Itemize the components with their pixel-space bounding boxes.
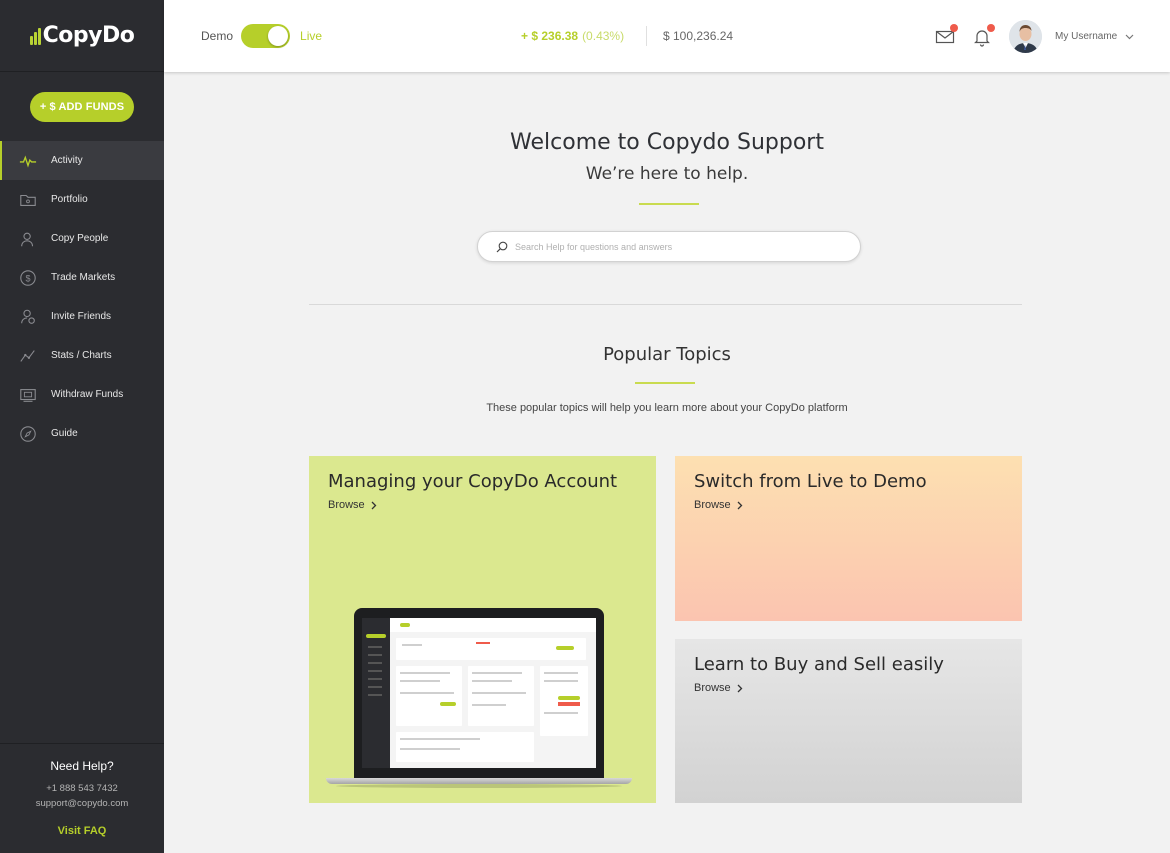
svg-text:$: $ bbox=[25, 273, 30, 283]
support-main: Welcome to Copydo Support We’re here to … bbox=[164, 72, 1170, 853]
browse-label: Browse bbox=[328, 499, 365, 511]
search-input[interactable] bbox=[515, 241, 845, 252]
browse-link[interactable]: Browse bbox=[694, 499, 743, 511]
bell-icon[interactable] bbox=[972, 24, 995, 47]
add-funds-button[interactable]: + $ ADD FUNDS bbox=[30, 92, 134, 122]
mode-switch: Demo Live bbox=[201, 24, 322, 48]
compass-icon bbox=[18, 424, 38, 444]
sidebar-item-guide[interactable]: Guide bbox=[0, 414, 164, 453]
popular-topics-description: These popular topics will help you learn… bbox=[486, 402, 848, 414]
topic-title: Switch from Live to Demo bbox=[694, 471, 927, 492]
avatar[interactable] bbox=[1009, 20, 1042, 53]
username-label: My Username bbox=[1055, 31, 1118, 42]
page-subtitle: We’re here to help. bbox=[585, 164, 749, 184]
sidebar-item-label: Copy People bbox=[51, 233, 109, 244]
browse-link[interactable]: Browse bbox=[694, 682, 743, 694]
profit-loss: + $ 236.38 (0.43%) bbox=[521, 29, 624, 43]
toggle-knob bbox=[268, 26, 289, 46]
sidebar-item-label: Portfolio bbox=[51, 194, 88, 205]
sidebar-item-activity[interactable]: Activity bbox=[0, 141, 164, 180]
popular-topics-title: Popular Topics bbox=[603, 344, 731, 365]
sidebar-item-invite-friends[interactable]: Invite Friends bbox=[0, 297, 164, 336]
mail-icon[interactable] bbox=[935, 24, 958, 47]
topic-card-buy-sell[interactable]: Learn to Buy and Sell easily Browse bbox=[675, 639, 1022, 803]
account-balance: $ 100,236.24 bbox=[663, 29, 734, 43]
section-divider bbox=[309, 304, 1022, 305]
chevron-right-icon bbox=[371, 501, 377, 509]
help-email[interactable]: support@copydo.com bbox=[0, 798, 164, 809]
logo[interactable]: CopyDo bbox=[0, 0, 164, 72]
visit-faq-link[interactable]: Visit FAQ bbox=[58, 825, 107, 837]
help-panel: Need Help? +1 888 543 7432 support@copyd… bbox=[0, 743, 164, 853]
sidebar-item-label: Trade Markets bbox=[51, 272, 116, 283]
help-phone: +1 888 543 7432 bbox=[46, 783, 118, 794]
sidebar-item-label: Invite Friends bbox=[51, 311, 112, 322]
topic-title: Managing your CopyDo Account bbox=[328, 471, 618, 492]
pnl-percent: (0.43%) bbox=[582, 29, 625, 43]
chevron-right-icon bbox=[737, 684, 743, 692]
topbar: Demo Live + $ 236.38 (0.43%) $ 100,236.24… bbox=[164, 0, 1170, 72]
popular-topics-underline bbox=[635, 382, 695, 384]
invite-friend-icon bbox=[18, 307, 38, 327]
browse-label: Browse bbox=[694, 499, 731, 511]
mode-live-label: Live bbox=[300, 29, 323, 43]
pnl-value: + $ 236.38 bbox=[521, 29, 579, 43]
sidebar-item-stats-charts[interactable]: Stats / Charts bbox=[0, 336, 164, 375]
help-title: Need Help? bbox=[50, 759, 114, 773]
balance-divider bbox=[646, 26, 647, 46]
activity-pulse-icon bbox=[18, 151, 38, 171]
people-icon bbox=[18, 229, 38, 249]
sidebar-nav: Activity Portfolio Copy People $ Trade M… bbox=[0, 141, 164, 453]
bell-notification-dot bbox=[987, 24, 995, 32]
chevron-right-icon bbox=[737, 501, 743, 509]
dollar-coin-icon: $ bbox=[18, 268, 38, 288]
sidebar: CopyDo + $ ADD FUNDS Activity Portfolio … bbox=[0, 0, 164, 853]
stats-chart-icon bbox=[18, 346, 38, 366]
mail-notification-dot bbox=[950, 24, 958, 32]
portfolio-folder-icon bbox=[18, 190, 38, 210]
mode-demo-label: Demo bbox=[201, 29, 234, 43]
topic-card-switch-live-demo[interactable]: Switch from Live to Demo Browse bbox=[675, 456, 1022, 621]
sidebar-item-portfolio[interactable]: Portfolio bbox=[0, 180, 164, 219]
browse-link[interactable]: Browse bbox=[328, 499, 377, 511]
user-menu[interactable]: My Username bbox=[1055, 31, 1134, 42]
help-search[interactable] bbox=[477, 231, 861, 262]
laptop-illustration bbox=[326, 608, 632, 788]
sidebar-item-label: Withdraw Funds bbox=[51, 389, 124, 400]
browse-label: Browse bbox=[694, 682, 731, 694]
page-title: Welcome to Copydo Support bbox=[510, 130, 824, 155]
logo-mark-icon bbox=[29, 27, 41, 45]
topic-card-managing-account[interactable]: Managing your CopyDo Account Browse bbox=[309, 456, 656, 803]
search-icon bbox=[496, 241, 508, 252]
chevron-down-icon bbox=[1125, 34, 1134, 39]
sidebar-item-copy-people[interactable]: Copy People bbox=[0, 219, 164, 258]
sidebar-item-withdraw-funds[interactable]: Withdraw Funds bbox=[0, 375, 164, 414]
sidebar-item-trade-markets[interactable]: $ Trade Markets bbox=[0, 258, 164, 297]
sidebar-item-label: Activity bbox=[51, 155, 83, 166]
logo-text: CopyDo bbox=[42, 23, 135, 48]
topic-title: Learn to Buy and Sell easily bbox=[694, 654, 944, 675]
title-underline bbox=[639, 203, 699, 205]
withdraw-icon bbox=[18, 385, 38, 405]
sidebar-item-label: Stats / Charts bbox=[51, 350, 112, 361]
demo-live-toggle[interactable] bbox=[241, 24, 291, 48]
sidebar-item-label: Guide bbox=[51, 428, 78, 439]
